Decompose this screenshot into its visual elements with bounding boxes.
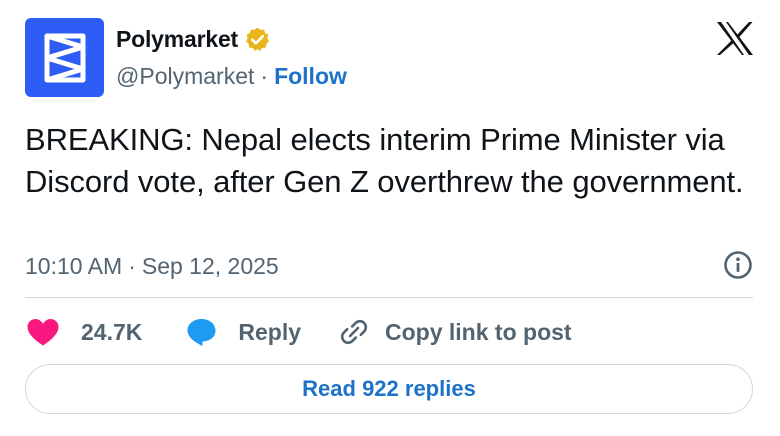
reply-label: Reply [238,318,302,345]
info-icon[interactable] [723,250,753,280]
tweet-time[interactable]: 10:10 AM [25,253,122,280]
heart-icon [27,319,59,346]
x-logo-icon[interactable] [716,21,754,56]
verified-badge-icon [246,27,269,51]
timestamp-row: 10:10 AM · Sep 12, 2025 [25,250,753,282]
tweet-card: Polymarket @Polymarket · Follow BREAKING… [0,0,780,436]
copy-link-button[interactable]: Copy link to post [339,317,572,347]
handle-separator: · [260,63,269,89]
copy-link-label: Copy link to post [385,318,572,345]
reply-button[interactable]: Reply [186,317,301,347]
timestamp-separator: · [128,252,136,279]
divider [25,297,753,298]
tweet-text: BREAKING: Nepal elects interim Prime Min… [25,122,744,199]
like-button[interactable]: 24.7K [25,317,142,347]
link-icon [340,319,368,345]
follow-link[interactable]: Follow [274,63,347,90]
name-row: Polymarket [116,24,347,54]
action-bar: 24.7K Reply Copy link to post [25,313,572,351]
like-count: 24.7K [81,318,143,345]
polymarket-logo-icon [44,33,85,82]
avatar[interactable] [25,18,104,97]
handle-row: @Polymarket · Follow [116,63,347,90]
display-name[interactable]: Polymarket [116,26,238,53]
tweet-date[interactable]: Sep 12, 2025 [142,253,279,280]
read-replies-button[interactable]: Read 922 replies [25,364,753,414]
handle[interactable]: @Polymarket [116,63,254,90]
author-block: Polymarket @Polymarket · Follow [116,24,347,90]
speech-bubble-icon [187,319,216,346]
